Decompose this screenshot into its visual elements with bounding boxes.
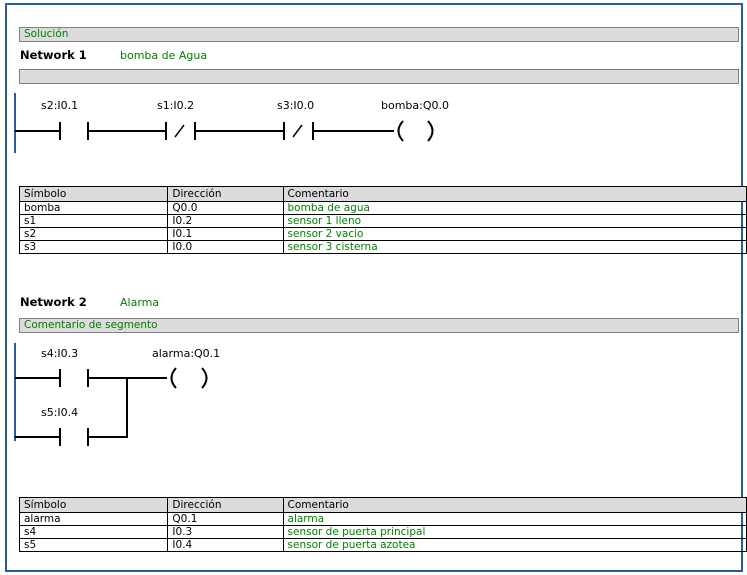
symbol-cell[interactable]: s5 — [18, 538, 169, 552]
coil-right-paren — [427, 120, 434, 142]
program-title: Solución — [24, 28, 69, 40]
comment-cell[interactable]: sensor 2 vacio — [282, 227, 747, 241]
nc-slash-icon — [174, 124, 185, 138]
column-header-symbol[interactable]: Símbolo — [18, 497, 169, 513]
table-row[interactable]: bomba Q0.0 bomba de agua — [18, 201, 747, 215]
table-header-row: Símbolo Dirección Comentario — [18, 186, 747, 202]
network-1-symbol-table: Símbolo Dirección Comentario bomba Q0.0 … — [18, 186, 747, 254]
contact-s3[interactable]: s3:I0.0 — [277, 99, 314, 140]
contact-s5[interactable]: s5:I0.4 — [41, 406, 89, 446]
contact-s5-label: s5:I0.4 — [41, 406, 78, 419]
address-cell[interactable]: I0.0 — [167, 240, 284, 254]
symbol-cell[interactable]: s1 — [18, 214, 169, 228]
coil-left-paren — [397, 120, 404, 142]
column-header-comment[interactable]: Comentario — [282, 186, 747, 202]
contact-s1[interactable]: s1:I0.2 — [157, 99, 196, 140]
address-cell[interactable]: I0.1 — [167, 227, 284, 241]
symbol-cell[interactable]: s3 — [18, 240, 169, 254]
coil-bomba[interactable]: bomba:Q0.0 — [381, 99, 449, 142]
network-1-comment-bar[interactable] — [19, 69, 739, 84]
contact-s2-label: s2:I0.1 — [41, 99, 78, 112]
network-1-name[interactable]: bomba de Agua — [120, 49, 207, 62]
coil-alarma[interactable]: alarma:Q0.1 — [152, 347, 220, 389]
nc-slash-icon — [292, 124, 303, 138]
network-2-title[interactable]: Network 2 — [20, 295, 87, 309]
program-title-bar[interactable]: Solución — [19, 27, 739, 42]
comment-cell[interactable]: sensor 1 lleno — [282, 214, 747, 228]
contact-s3-label: s3:I0.0 — [277, 99, 314, 112]
comment-cell[interactable]: sensor de puerta azotea — [282, 538, 747, 552]
contact-s4-label: s4:I0.3 — [41, 347, 78, 360]
table-row[interactable]: s2 I0.1 sensor 2 vacio — [18, 227, 747, 241]
comment-cell[interactable]: sensor de puerta principal — [282, 525, 747, 539]
symbol-cell[interactable]: s4 — [18, 525, 169, 539]
program-editor-frame: Solución Network 1 bomba de Agua s2:I0.1… — [5, 3, 747, 572]
comment-cell[interactable]: sensor 3 cisterna — [282, 240, 747, 254]
column-header-comment[interactable]: Comentario — [282, 497, 747, 513]
column-header-address[interactable]: Dirección — [167, 497, 284, 513]
contact-s2[interactable]: s2:I0.1 — [41, 99, 89, 140]
address-cell[interactable]: I0.3 — [167, 525, 284, 539]
contact-s4[interactable]: s4:I0.3 — [41, 347, 89, 387]
comment-cell[interactable]: bomba de agua — [282, 201, 747, 215]
network-2-name[interactable]: Alarma — [120, 296, 159, 309]
table-row[interactable]: s1 I0.2 sensor 1 lleno — [18, 214, 747, 228]
symbol-cell[interactable]: bomba — [18, 201, 169, 215]
symbol-cell[interactable]: s2 — [18, 227, 169, 241]
address-cell[interactable]: Q0.0 — [167, 201, 284, 215]
address-cell[interactable]: Q0.1 — [167, 512, 284, 526]
table-row[interactable]: s5 I0.4 sensor de puerta azotea — [18, 538, 747, 552]
coil-right-paren — [201, 367, 208, 389]
network-2-symbol-table: Símbolo Dirección Comentario alarma Q0.1… — [18, 497, 747, 552]
contact-s1-label: s1:I0.2 — [157, 99, 194, 112]
symbol-cell[interactable]: alarma — [18, 512, 169, 526]
table-row[interactable]: alarma Q0.1 alarma — [18, 512, 747, 526]
column-header-address[interactable]: Dirección — [167, 186, 284, 202]
coil-bomba-label: bomba:Q0.0 — [381, 99, 449, 112]
network-2-comment-bar[interactable]: Comentario de segmento — [19, 318, 739, 333]
column-header-symbol[interactable]: Símbolo — [18, 186, 169, 202]
address-cell[interactable]: I0.2 — [167, 214, 284, 228]
comment-cell[interactable]: alarma — [282, 512, 747, 526]
network-1-title[interactable]: Network 1 — [20, 48, 87, 62]
table-row[interactable]: s3 I0.0 sensor 3 cisterna — [18, 240, 747, 254]
network-2-comment: Comentario de segmento — [24, 319, 158, 331]
coil-alarma-label: alarma:Q0.1 — [152, 347, 220, 360]
address-cell[interactable]: I0.4 — [167, 538, 284, 552]
table-row[interactable]: s4 I0.3 sensor de puerta principal — [18, 525, 747, 539]
table-header-row: Símbolo Dirección Comentario — [18, 497, 747, 513]
network-2-ladder: s4:I0.3 s5:I0.4 alarma:Q0.1 — [14, 343, 220, 446]
coil-left-paren — [170, 367, 177, 389]
